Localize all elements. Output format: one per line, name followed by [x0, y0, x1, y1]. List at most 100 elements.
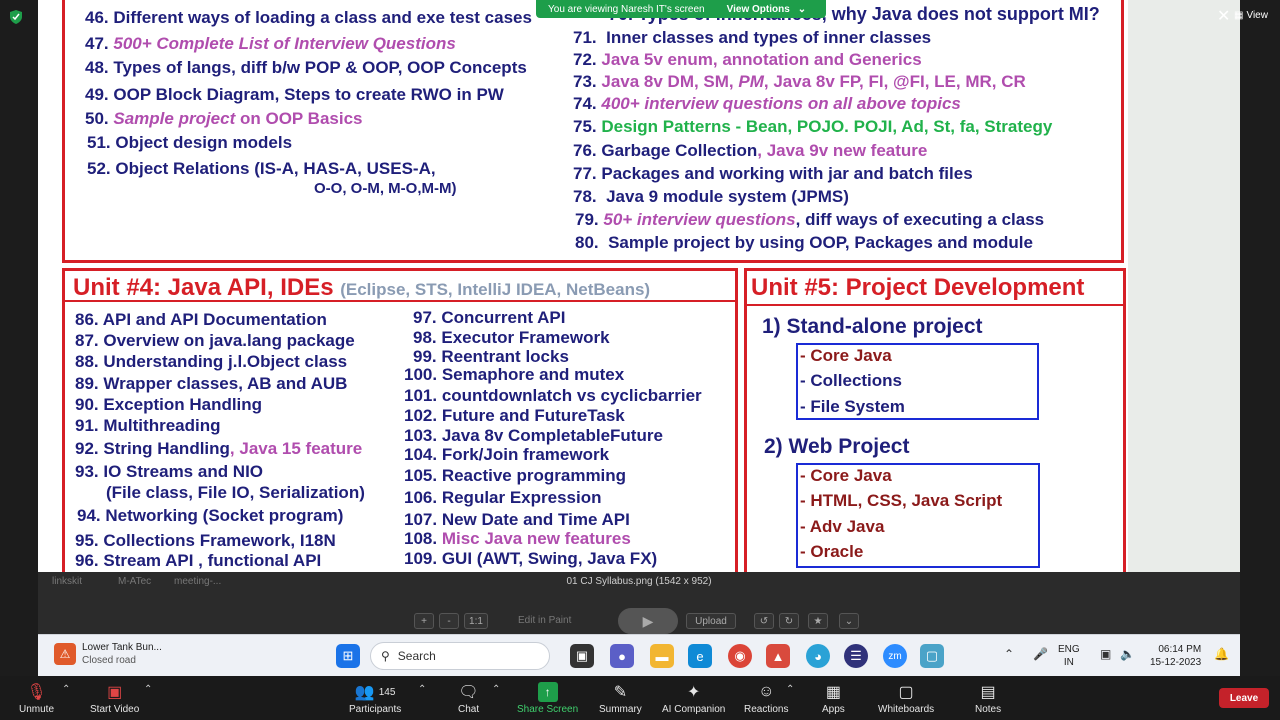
left-item-47: 47. 500+ Complete List of Interview Ques… [85, 34, 456, 53]
search-icon: ⚲ [381, 649, 390, 663]
unit4-item-99: 99. Reentrant locks [413, 347, 569, 366]
photos-icon[interactable]: ▢ [920, 644, 944, 668]
participants-button[interactable]: 👥 145 Participants [349, 682, 401, 715]
chevron-up-icon[interactable]: ⌃ [418, 684, 426, 695]
ai-companion-button[interactable]: ✦ AI Companion [662, 682, 725, 715]
teams-icon[interactable]: ● [610, 644, 634, 668]
network-icon[interactable]: ▣ [1100, 647, 1111, 661]
unit4-title: Unit #4: Java API, IDEs (Eclipse, STS, I… [73, 274, 651, 301]
chevron-down-icon[interactable]: ⌄ [839, 613, 859, 629]
share-screen-icon: ↑ [537, 682, 558, 702]
left-item-51: 51. Object design models [87, 133, 293, 152]
chat-button[interactable]: 🗨 Chat [458, 682, 479, 715]
reactions-button[interactable]: ☺ Reactions [744, 682, 788, 715]
edit-in-paint[interactable]: Edit in Paint [518, 615, 571, 626]
zoom-out-button[interactable]: - [439, 613, 459, 629]
chevron-up-icon[interactable]: ⌃ [144, 684, 152, 695]
right-item-73: 73. Java 8v DM, SM, PM, Java 8v FP, FI, … [573, 72, 1026, 91]
unit4-item-105: 105. Reactive programming [404, 466, 627, 485]
rotate-left-icon[interactable]: ↺ [754, 613, 774, 629]
play-button[interactable]: ▶ [618, 608, 678, 634]
view-button[interactable]: ▦ View [1234, 10, 1268, 21]
microphone-icon[interactable]: 🎤 [1033, 647, 1048, 661]
actual-size-button[interactable]: 1:1 [464, 613, 488, 629]
volume-icon[interactable]: 🔈 [1120, 647, 1135, 661]
summary-button[interactable]: ✎ Summary [599, 682, 642, 715]
share-screen-button[interactable]: ↑ Share Screen [517, 682, 578, 715]
unmute-button[interactable]: 🎙 Unmute [19, 682, 54, 715]
chevron-up-icon[interactable]: ⌃ [786, 684, 794, 695]
web-project-heading: 2) Web Project [764, 435, 910, 458]
unit4-item-109: 109. GUI (AWT, Swing, Java FX) [404, 549, 658, 568]
road-notification[interactable]: ⚠ Lower Tank Bun... Closed road [54, 641, 162, 667]
upload-button[interactable]: Upload [686, 613, 736, 629]
zoom-in-button[interactable]: + [414, 613, 434, 629]
syllabus-image: 46. Different ways of loading a class an… [38, 0, 1240, 592]
app-icon[interactable]: ☰ [844, 644, 868, 668]
standalone-item: - Collections [800, 371, 903, 390]
left-item-50: 50. Sample project on OOP Basics [85, 109, 363, 128]
unit4-item-96: 96. Stream API , functional API [75, 551, 322, 570]
unit4-item-103: 103. Java 8v CompletableFuture [404, 426, 663, 445]
sparkle-icon: ✦ [686, 684, 701, 701]
globe-icon[interactable]: ◕ [806, 644, 830, 668]
notification-title: Lower Tank Bun... [82, 642, 162, 653]
syllabus-page: 46. Different ways of loading a class an… [38, 0, 1128, 578]
standalone-project-heading: 1) Stand-alone project [762, 315, 983, 338]
left-item-49: 49. OOP Block Diagram, Steps to create R… [85, 85, 504, 104]
left-item-48: 48. Types of langs, diff b/w POP & OOP, … [85, 58, 527, 77]
close-icon[interactable]: ✕ [1217, 6, 1230, 26]
unit4-item-100: 100. Semaphore and mutex [404, 365, 625, 384]
start-video-button[interactable]: ▣ Start Video [90, 682, 139, 715]
zoom-app-icon[interactable]: zm [883, 644, 907, 668]
whiteboards-button[interactable]: ▢ Whiteboards [878, 682, 934, 715]
unit4-item-108: 108. Misc Java new features [404, 529, 631, 548]
right-item-75: 75. Design Patterns - Bean, POJO. POJI, … [573, 117, 1053, 136]
left-edge-strip [0, 0, 38, 676]
view-options-button[interactable]: View Options ⌄ [727, 4, 807, 15]
chrome-icon[interactable]: ◉ [728, 644, 752, 668]
unit4-item-88: 88. Understanding j.l.Object class [75, 352, 348, 371]
unit4-item-98: 98. Executor Framework [413, 328, 610, 347]
left-item-52-cont: O-O, O-M, M-O,M-M) [314, 180, 457, 197]
shield-icon [10, 10, 22, 24]
chevron-up-icon[interactable]: ⌃ [492, 684, 500, 695]
car-icon: ⚠ [54, 643, 76, 665]
video-off-icon: ▣ [107, 684, 123, 701]
right-item-77: 77. Packages and working with jar and ba… [573, 164, 973, 183]
windows-start-icon[interactable]: ⊞ [336, 644, 360, 668]
notes-button[interactable]: ▤ Notes [975, 682, 1001, 715]
unit4-item-93-cont: (File class, File IO, Serialization) [106, 483, 365, 502]
whiteboard-icon: ▢ [898, 684, 914, 701]
clock[interactable]: 06:14 PM 15-12-2023 [1150, 643, 1201, 669]
notification-subtitle: Closed road [82, 655, 136, 666]
notes-icon: ▤ [980, 684, 996, 701]
notification-bell-icon[interactable]: 🔔 [1214, 647, 1229, 661]
star-icon[interactable]: ★ [808, 613, 828, 629]
unit4-item-107: 107. New Date and Time API [404, 510, 630, 529]
right-item-71: 71. Inner classes and types of inner cla… [573, 28, 932, 47]
taskbar-search[interactable]: ⚲ Search [370, 642, 550, 670]
folder-icon[interactable]: ▬ [650, 644, 674, 668]
left-item-52: 52. Object Relations (IS-A, HAS-A, USES-… [87, 159, 436, 178]
unit4-item-90: 90. Exception Handling [75, 395, 263, 414]
chevron-down-icon: ⌄ [797, 3, 807, 15]
right-edge-strip [1240, 0, 1280, 676]
unit4-item-94: 94. Networking (Socket program) [77, 506, 344, 525]
right-item-74: 74. 400+ interview questions on all abov… [573, 94, 961, 113]
chevron-up-icon[interactable]: ⌃ [62, 684, 70, 695]
leave-button[interactable]: Leave [1219, 688, 1269, 708]
unit4-item-92: 92. String Handling, Java 15 feature [75, 439, 363, 458]
chat-icon: 🗨 [458, 684, 479, 701]
unit4-item-87: 87. Overview on java.lang package [75, 331, 355, 350]
app-icon[interactable]: ▲ [766, 644, 790, 668]
language-indicator[interactable]: ENG IN [1058, 643, 1080, 669]
task-view-icon[interactable]: ▣ [570, 644, 594, 668]
rotate-right-icon[interactable]: ↻ [779, 613, 799, 629]
unit4-item-101: 101. countdownlatch vs cyclicbarrier [404, 386, 702, 405]
edge-icon[interactable]: e [688, 644, 712, 668]
apps-button[interactable]: ▦ Apps [822, 682, 845, 715]
tray-chevron-icon[interactable]: ⌃ [1004, 647, 1014, 661]
right-item-80: 80. Sample project by using OOP, Package… [575, 233, 1033, 252]
right-item-72: 72. Java 5v enum, annotation and Generic… [573, 50, 922, 69]
